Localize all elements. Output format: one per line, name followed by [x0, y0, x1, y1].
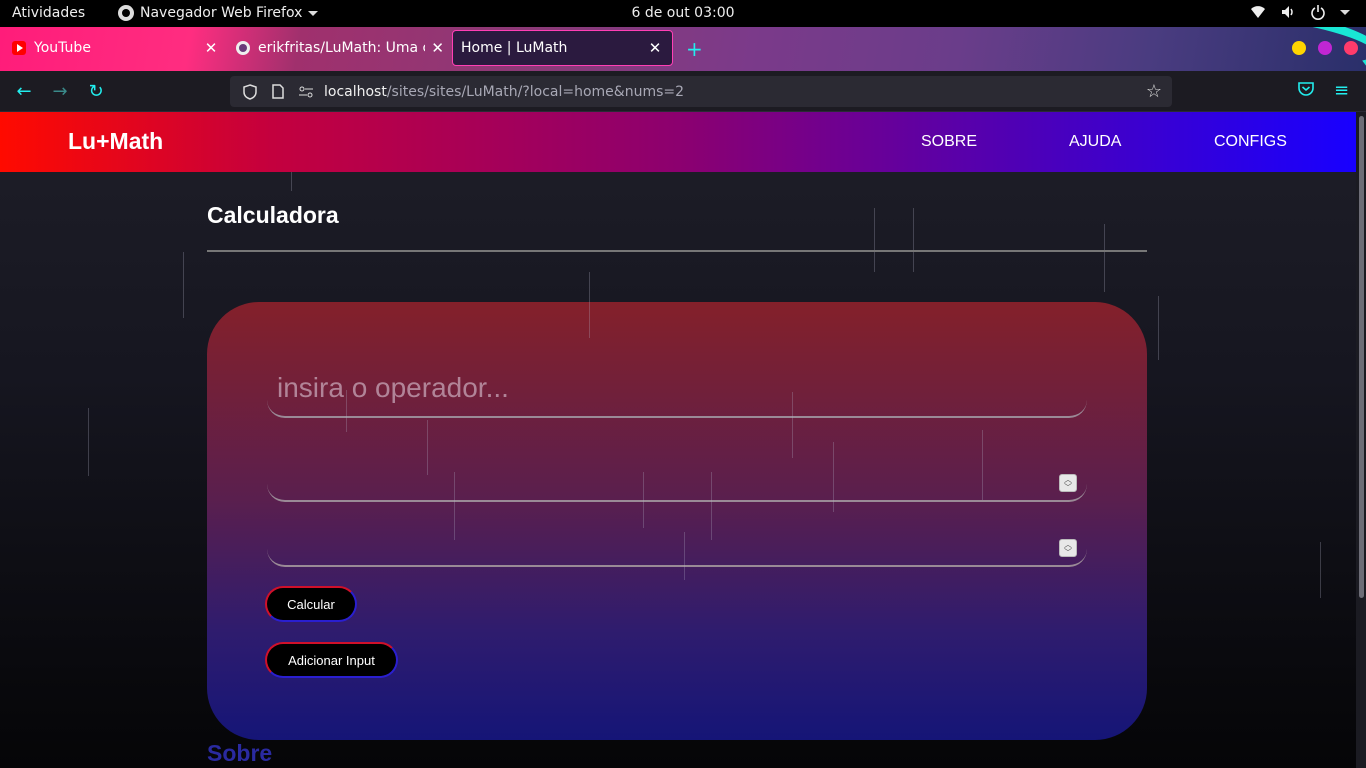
- close-window-dot-icon[interactable]: [1344, 41, 1358, 55]
- rain-streak: [913, 208, 914, 272]
- tab-title: YouTube: [34, 40, 91, 56]
- calculator-title: Calculadora: [207, 202, 339, 228]
- clock[interactable]: 6 de out 03:00: [0, 5, 1366, 21]
- tab-youtube[interactable]: YouTube ✕: [8, 30, 218, 66]
- rain-streak: [1158, 296, 1159, 360]
- system-tray[interactable]: [1250, 4, 1350, 20]
- volume-icon: [1282, 6, 1293, 18]
- rain-streak: [684, 532, 685, 580]
- nav-link-sobre[interactable]: SOBRE: [921, 133, 977, 151]
- rain-streak: [711, 472, 712, 540]
- github-icon: [236, 41, 250, 55]
- tab-strip: YouTube ✕ erikfritas/LuMath: Uma calcula…: [0, 27, 1366, 71]
- rain-streak: [833, 442, 834, 512]
- tab-github[interactable]: erikfritas/LuMath: Uma calculadora ✕: [232, 30, 444, 66]
- number-stepper-icon[interactable]: ︿ ﹀: [1059, 474, 1077, 492]
- url-bar[interactable]: localhost/sites/sites/LuMath/?local=home…: [230, 76, 1172, 107]
- rain-streak: [88, 408, 89, 476]
- tab-title: erikfritas/LuMath: Uma calculadora: [258, 40, 425, 56]
- chevron-down-icon: [1340, 9, 1350, 15]
- rain-streak: [643, 472, 644, 528]
- rain-streak: [982, 430, 983, 500]
- close-icon[interactable]: ✕: [204, 39, 218, 57]
- url-host: localhost: [324, 83, 387, 100]
- rain-streak: [792, 392, 793, 458]
- rain-streak: [291, 172, 292, 191]
- system-top-bar: Atividades Navegador Web Firefox 6 de ou…: [0, 0, 1366, 27]
- number-stepper-icon[interactable]: ︿ ﹀: [1059, 539, 1077, 557]
- navigation-toolbar: ← → ↻ localhost/sites/sites/LuMath/?loca…: [0, 71, 1366, 112]
- close-icon[interactable]: ✕: [648, 39, 662, 57]
- maximize-dot-icon[interactable]: [1318, 41, 1332, 55]
- rain-streak: [183, 252, 184, 318]
- scrollbar-thumb[interactable]: [1359, 116, 1364, 598]
- rain-streak: [454, 472, 455, 540]
- rain-streak: [874, 208, 875, 272]
- page-scrollbar[interactable]: [1356, 112, 1366, 768]
- site-logo[interactable]: Lu+Math: [68, 128, 163, 155]
- web-page: Lu+Math SOBRE AJUDA CONFIGS Calculadora …: [0, 112, 1356, 768]
- calculator-card: ︿﹀ ︿﹀ Calcular Adicionar Input: [207, 272, 1147, 740]
- nav-link-configs[interactable]: CONFIGS: [1214, 133, 1287, 151]
- window-controls: [1292, 41, 1358, 55]
- minimize-dot-icon[interactable]: [1292, 41, 1306, 55]
- bookmark-star-icon[interactable]: ☆: [1146, 81, 1162, 102]
- calculate-button[interactable]: Calcular: [265, 586, 357, 622]
- forward-arrow-icon[interactable]: →: [49, 81, 71, 103]
- add-input-button[interactable]: Adicionar Input: [265, 642, 398, 678]
- tab-lumath[interactable]: Home | LuMath ✕: [452, 30, 673, 66]
- reload-icon[interactable]: ↻: [85, 81, 107, 103]
- page-icon[interactable]: [268, 83, 288, 101]
- rain-streak: [589, 272, 590, 338]
- back-arrow-icon[interactable]: ←: [13, 81, 35, 103]
- permissions-icon[interactable]: [296, 83, 316, 101]
- close-icon[interactable]: ✕: [431, 39, 444, 57]
- shield-icon[interactable]: [240, 83, 260, 101]
- youtube-icon: [12, 41, 26, 55]
- rain-streak: [346, 390, 347, 432]
- number-input-1[interactable]: ︿ ﹀: [267, 472, 1087, 502]
- divider: [207, 250, 1147, 252]
- hamburger-menu-icon[interactable]: ≡: [1334, 80, 1349, 101]
- power-icon: [1311, 5, 1325, 20]
- url-path: /sites/sites/LuMath/?local=home&nums=2: [386, 83, 685, 100]
- pocket-icon[interactable]: [1297, 80, 1315, 103]
- number-input-2[interactable]: ︿ ﹀: [267, 537, 1087, 567]
- operator-input[interactable]: [267, 360, 1087, 418]
- new-tab-button[interactable]: +: [686, 37, 703, 61]
- wifi-icon: [1251, 6, 1265, 18]
- tab-title: Home | LuMath: [461, 40, 568, 56]
- section-title-sobre: Sobre: [207, 740, 273, 766]
- rain-streak: [1104, 224, 1105, 292]
- nav-link-ajuda[interactable]: AJUDA: [1069, 133, 1121, 151]
- site-header: Lu+Math SOBRE AJUDA CONFIGS: [0, 112, 1356, 172]
- rain-streak: [427, 420, 428, 475]
- rain-streak: [1320, 542, 1321, 598]
